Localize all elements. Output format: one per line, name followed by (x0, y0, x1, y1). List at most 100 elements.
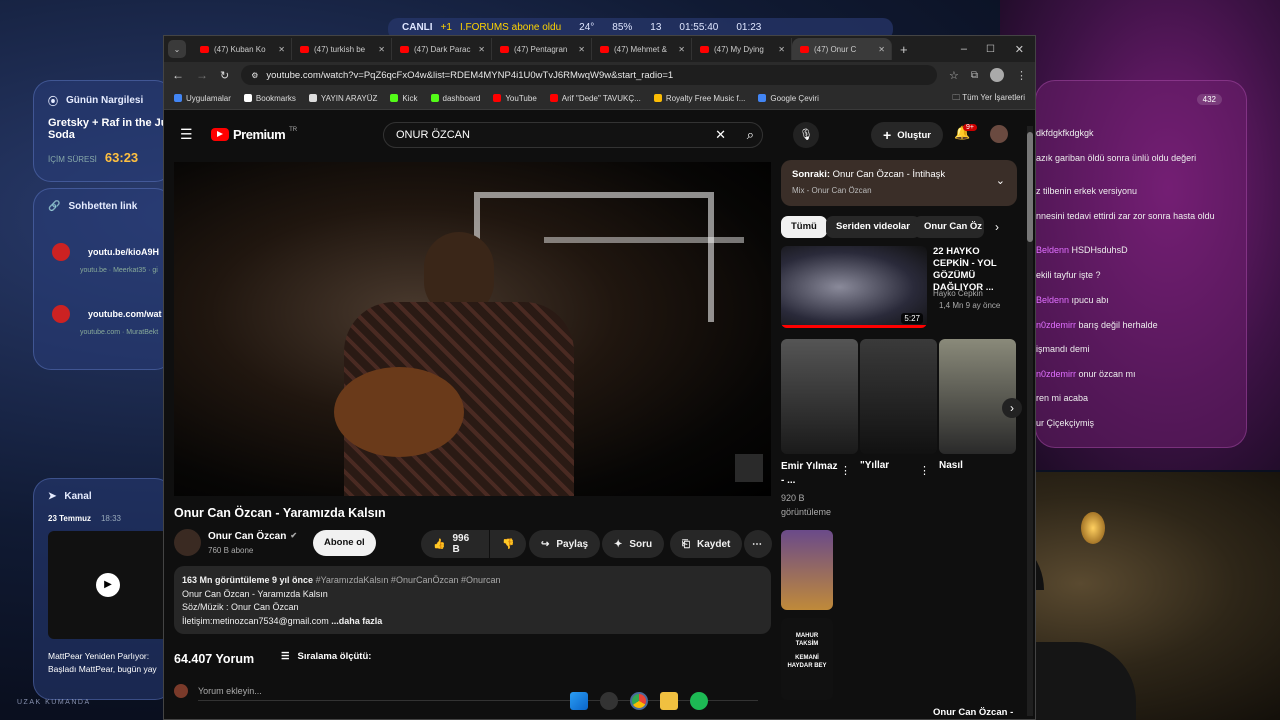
maximize-icon[interactable]: ☐ (986, 44, 995, 55)
shorts-next-icon[interactable]: › (1002, 398, 1022, 418)
play-icon: ▶ (96, 573, 120, 597)
close-tab-icon[interactable]: ✕ (878, 45, 885, 54)
short-thumbnail[interactable] (860, 339, 937, 454)
bookmark-item[interactable]: Bookmarks (243, 94, 296, 103)
tab-title: (47) Pentagran (514, 44, 568, 54)
bookmark-label: dashboard (442, 94, 481, 103)
short-title[interactable]: Emir Yılmaz - ... (781, 460, 841, 488)
search-icon[interactable]: ⌕ (747, 127, 754, 143)
close-tab-icon[interactable]: ✕ (378, 45, 385, 54)
chip-channel[interactable]: Onur Can Öz (914, 216, 984, 238)
rec-thumbnail[interactable]: 5:27 (781, 246, 927, 328)
tab-title: (47) Dark Parac (414, 44, 471, 54)
follow-plus: +1 (440, 22, 452, 33)
link-item[interactable]: youtu.be/kioA9H (52, 243, 159, 261)
bookmark-label: Arif "Dede" TAVUKÇ... (561, 94, 641, 103)
spotify-icon[interactable] (690, 692, 708, 710)
close-tab-icon[interactable]: ✕ (678, 45, 685, 54)
bookmark-star-icon[interactable]: ☆ (949, 69, 959, 82)
close-tab-icon[interactable]: ✕ (478, 45, 485, 54)
browser-tab[interactable]: (47) Mehmet & ✕ (592, 38, 692, 60)
hamburger-menu-icon[interactable]: ☰ (180, 126, 193, 143)
bookmark-item[interactable]: Kick (390, 94, 418, 103)
minimize-icon[interactable]: – (961, 43, 967, 55)
profile-avatar[interactable] (990, 68, 1004, 82)
short-title[interactable]: Nasıl (939, 460, 963, 471)
extensions-icon[interactable]: ⧉ (971, 70, 978, 81)
user-avatar[interactable] (990, 125, 1008, 143)
reload-icon[interactable]: ↻ (220, 69, 229, 82)
rec-title[interactable]: 22 HAYKO CEPKİN - YOL GÖZÜMÜ DAĞLIYOR ..… (933, 246, 1017, 294)
sort-button[interactable]: ☰ Sıralama ölçütü: (281, 651, 371, 662)
folder-icon: 🗀 (952, 92, 963, 102)
create-button[interactable]: + Oluştur (871, 122, 943, 148)
browser-tab[interactable]: (47) Dark Parac ✕ (392, 38, 492, 60)
share-button[interactable]: ↪ Paylaş (529, 530, 601, 558)
guitar (334, 367, 464, 457)
short-more-icon[interactable]: ⋮ (840, 464, 851, 477)
bookmark-item[interactable]: YAYIN ARAYÜZ (308, 94, 377, 103)
short-thumbnail[interactable]: MAHUR TAKSİM KEMANİ HAYDAR BEY (781, 618, 833, 700)
close-tab-icon[interactable]: ✕ (578, 45, 585, 54)
file-explorer-icon[interactable] (660, 692, 678, 710)
tab-search-button[interactable]: ⌄ (168, 40, 186, 58)
search-input[interactable]: ONUR ÖZCAN ✕ ⌕ (383, 122, 763, 148)
youtube-logo[interactable]: Premium TR (211, 127, 297, 142)
all-bookmarks-button[interactable]: 🗀 Tüm Yer İşaretleri (952, 92, 1025, 106)
menu-dots-icon[interactable]: ⋮ (1016, 69, 1027, 82)
close-window-icon[interactable]: ✕ (1015, 43, 1024, 56)
description-box[interactable]: 163 Mn görüntüleme 9 yıl önce #Yaramızda… (174, 566, 771, 634)
forward-icon[interactable]: → (196, 68, 208, 82)
chat-message: n0zdemirr barış değil herhalde (1036, 320, 1158, 330)
video-player[interactable] (174, 162, 771, 496)
ask-button[interactable]: ✦ Soru (602, 530, 665, 558)
show-more-link[interactable]: ...daha fazla (331, 616, 382, 626)
kanal-video-thumb[interactable]: ▶ (48, 531, 168, 639)
bookmark-item[interactable]: Arif "Dede" TAVUKÇ... (549, 94, 641, 103)
windows-start-icon[interactable] (570, 692, 588, 710)
scrollbar[interactable] (1027, 126, 1033, 716)
browser-tab[interactable]: (47) Pentagran ✕ (492, 38, 592, 60)
browser-tab[interactable]: (47) My Dying ✕ (692, 38, 792, 60)
browser-tab[interactable]: (47) Kuban Ko ✕ (192, 38, 292, 60)
chip-all[interactable]: Tümü (781, 216, 827, 238)
url-field[interactable]: ⚙ youtube.com/watch?v=PqZ6qcFxO4w&list=R… (241, 65, 937, 85)
close-tab-icon[interactable]: ✕ (278, 45, 285, 54)
chip-series[interactable]: Seriden videolar (826, 216, 920, 238)
subscribe-button[interactable]: Abone ol (313, 530, 376, 556)
bookmark-favicon-icon (758, 94, 767, 102)
up-next-panel[interactable]: Sonraki: Onur Can Özcan - İntihaşk Mix -… (781, 160, 1017, 206)
bookmark-item[interactable]: Royalty Free Music f... (653, 94, 745, 103)
dislike-button[interactable]: 👎 (490, 530, 526, 558)
browser-tab[interactable]: (47) turkish be ✕ (292, 38, 392, 60)
new-tab-icon[interactable]: + (900, 42, 908, 57)
chrome-icon[interactable] (630, 692, 648, 710)
short-more-icon[interactable]: ⋮ (919, 464, 930, 477)
rec-title[interactable]: Onur Can Özcan - (933, 707, 1013, 718)
tab-active[interactable]: (47) Onur C ✕ (792, 38, 892, 60)
obs-icon[interactable] (600, 692, 618, 710)
scrollbar-thumb[interactable] (1027, 132, 1033, 242)
short-thumbnail[interactable] (781, 339, 858, 454)
short-title[interactable]: "Yıllar (860, 460, 889, 471)
short-thumbnail[interactable] (781, 530, 833, 610)
back-icon[interactable]: ← (172, 68, 184, 82)
microphone-icon[interactable]: 🎙 (793, 122, 819, 148)
chevron-right-icon[interactable]: › (995, 220, 999, 234)
channel-avatar[interactable] (174, 529, 201, 556)
short-thumbnail[interactable] (939, 339, 1016, 454)
bookmark-item[interactable]: YouTube (493, 94, 537, 103)
site-info-icon[interactable]: ⚙ (251, 71, 258, 80)
chevron-down-icon[interactable]: ⌄ (996, 174, 1005, 187)
save-button[interactable]: ⎗ Kaydet (670, 530, 743, 558)
bookmark-item[interactable]: Uygulamalar (174, 94, 231, 103)
more-actions-button[interactable]: ⋯ (744, 530, 772, 558)
miniplayer-thumb[interactable] (735, 454, 763, 482)
link-item[interactable]: youtube.com/wat (52, 305, 162, 323)
like-button[interactable]: 👍 996 B (421, 530, 489, 558)
bookmark-item[interactable]: dashboard (430, 94, 481, 103)
clear-search-icon[interactable]: ✕ (715, 127, 726, 143)
bookmark-item[interactable]: Google Çeviri (758, 94, 819, 103)
channel-name[interactable]: Onur Can Özcan ✔ (208, 531, 297, 542)
close-tab-icon[interactable]: ✕ (778, 45, 785, 54)
